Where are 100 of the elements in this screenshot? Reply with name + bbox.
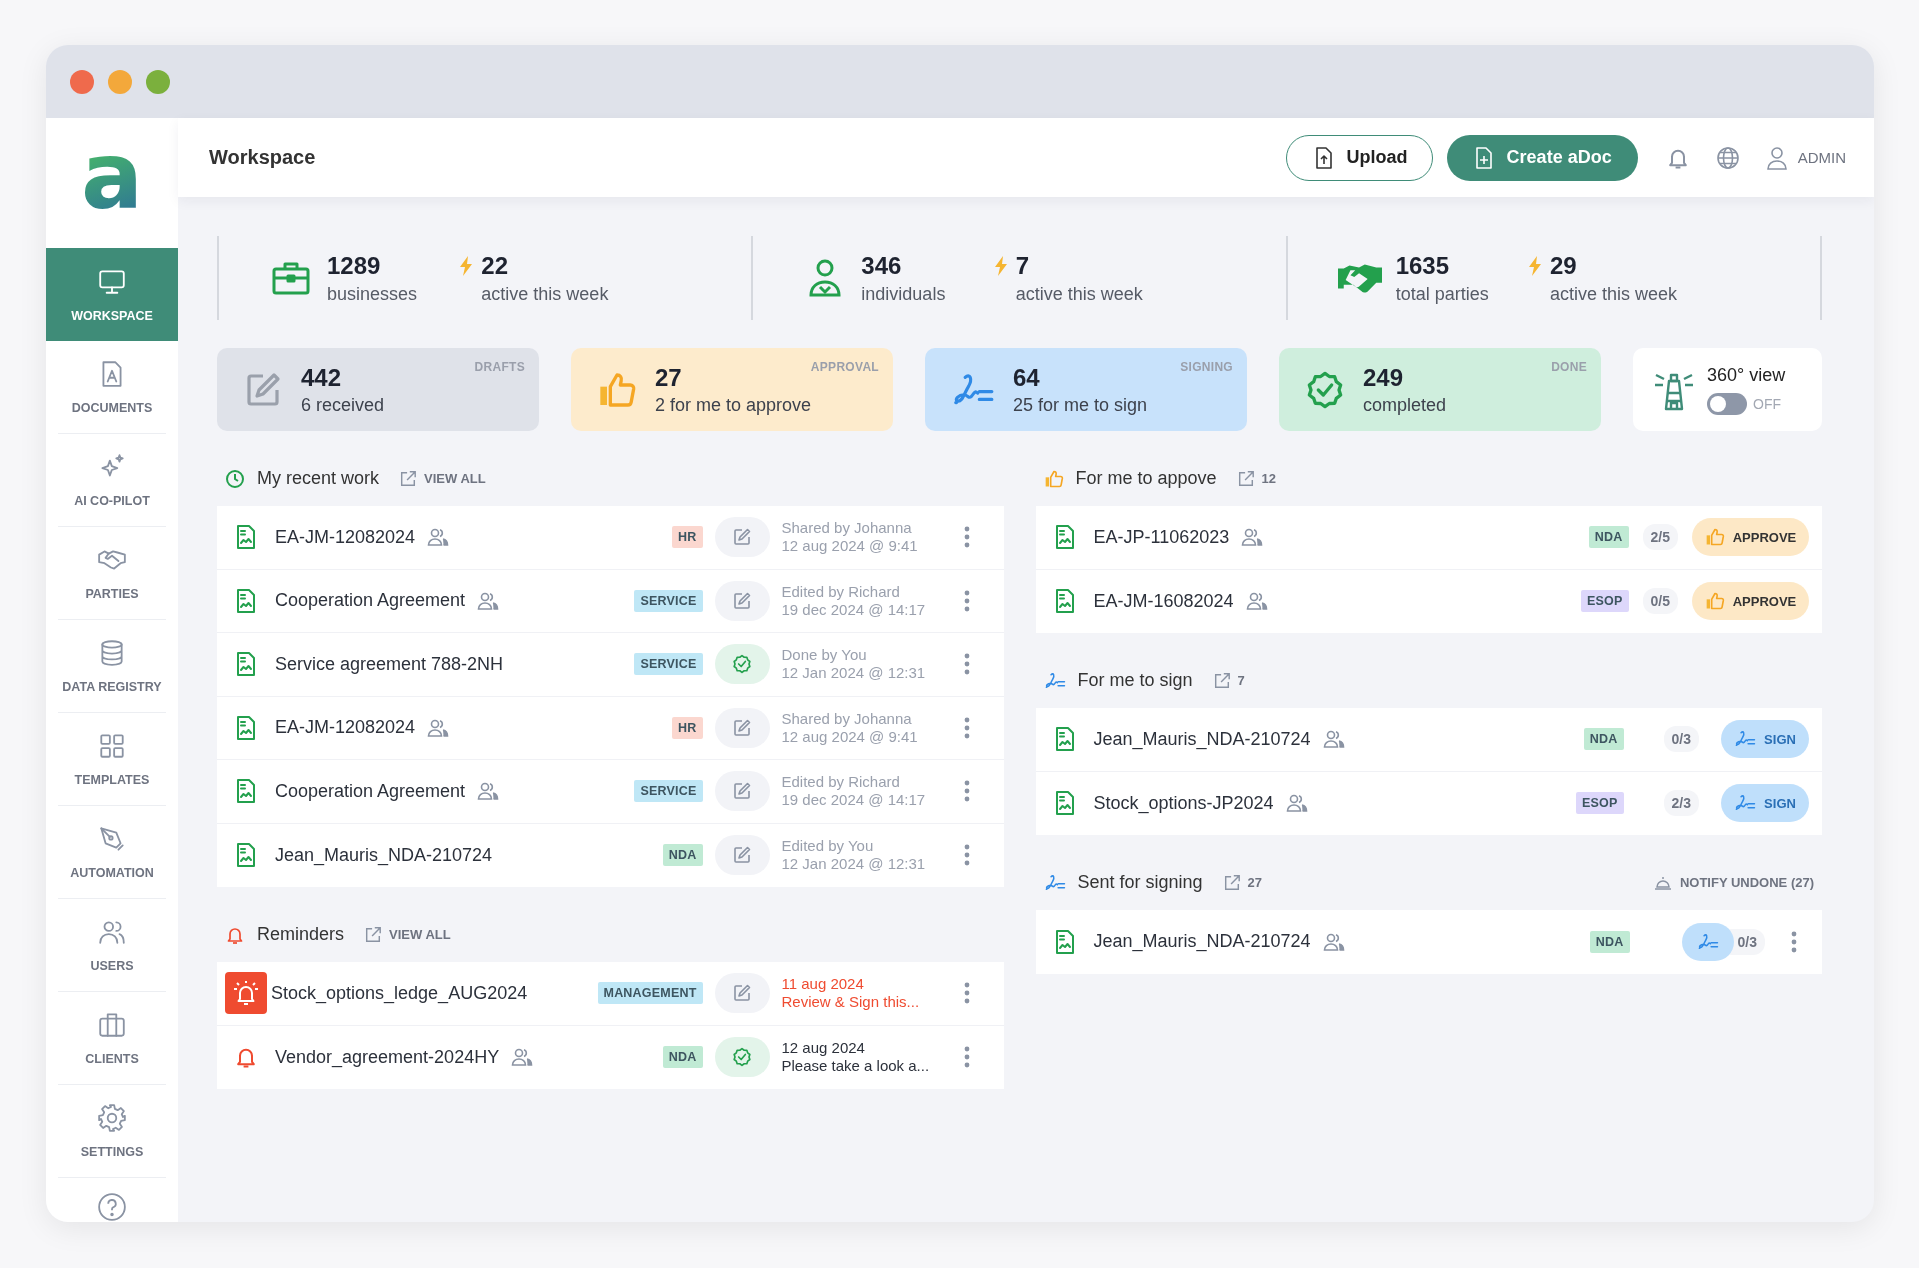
edit-button[interactable] (714, 973, 770, 1014)
document-name[interactable]: EA-JM-16082024 (1093, 590, 1234, 612)
minimize-button[interactable] (108, 69, 132, 94)
tag-label: SERVICE (634, 780, 703, 803)
sidebar-item[interactable]: PARTIES (58, 527, 166, 620)
stat-value: 1289 (327, 251, 382, 280)
toggle-switch[interactable] (1707, 392, 1747, 415)
document-name[interactable]: EA-JM-12082024 (275, 526, 416, 548)
document-name[interactable]: EA-JP-11062023 (1093, 526, 1230, 548)
document-name[interactable]: Jean_Mauris_NDA-210724 (275, 844, 493, 866)
briefcase-icon (97, 1010, 127, 1040)
sidebar-item[interactable]: TEMPLATES (58, 713, 166, 806)
person-icon (808, 259, 843, 297)
edit-button[interactable] (714, 771, 770, 812)
sidebar-item[interactable]: USERS (58, 899, 166, 992)
section-title: For me to sign (1077, 670, 1193, 691)
globe-icon[interactable] (1715, 145, 1740, 170)
stat-label: active this week (1550, 283, 1679, 305)
sidebar-item[interactable]: WORKSPACE (46, 248, 178, 341)
sidebar-item[interactable]: SETTINGS (58, 1085, 166, 1178)
account-button[interactable]: ADMIN (1765, 134, 1846, 181)
card-label: completed (1363, 394, 1448, 416)
edit-button[interactable] (714, 517, 770, 558)
check-badge-icon (732, 654, 752, 675)
count-link[interactable]: 27 (1222, 873, 1263, 892)
thumbs-up-icon (1704, 591, 1725, 612)
view-all-link[interactable]: VIEW ALL (364, 925, 451, 944)
approve-button[interactable]: APPROVE (1692, 518, 1809, 557)
edit-button[interactable] (714, 835, 770, 876)
tag-label: NDA (662, 844, 703, 867)
more-icon[interactable] (962, 715, 971, 740)
sign-button[interactable]: SIGN (1721, 784, 1809, 823)
external-link-icon (399, 469, 418, 488)
document-icon (1054, 524, 1075, 551)
document-icon (236, 714, 256, 741)
progress-count: 2/3 (1663, 790, 1699, 817)
sidebar-item[interactable]: CLIENTS (58, 992, 166, 1085)
more-icon[interactable] (1790, 929, 1798, 954)
count-link[interactable]: 12 (1236, 469, 1277, 488)
grid-icon (97, 731, 127, 761)
card-label: 6 received (301, 394, 386, 416)
more-icon[interactable] (962, 843, 971, 868)
stat-label: active this week (481, 283, 610, 305)
more-icon[interactable] (962, 588, 971, 613)
count-link[interactable]: 7 (1212, 671, 1245, 690)
close-button[interactable] (70, 69, 94, 94)
approve-button[interactable]: APPROVE (1692, 582, 1809, 621)
done-button[interactable] (714, 644, 770, 685)
document-name[interactable]: Jean_Mauris_NDA-210724 (1093, 931, 1311, 953)
stat-value: 22 (481, 251, 510, 280)
document-icon (1054, 726, 1075, 753)
tag-label: NDA (1589, 930, 1630, 953)
done-button[interactable] (714, 1037, 770, 1078)
stat-value: 1635 (1395, 251, 1451, 280)
sidebar-item[interactable]: DOCUMENTS (58, 341, 166, 434)
upload-button[interactable]: Upload (1285, 134, 1433, 181)
tag-label: HR (672, 526, 703, 549)
card-tag: DRAFTS (474, 359, 525, 374)
edit-icon (732, 717, 752, 738)
document-name[interactable]: Cooperation Agreement (275, 780, 466, 802)
external-link-icon (364, 925, 383, 944)
more-icon[interactable] (962, 981, 971, 1006)
document-name[interactable]: Stock_options_ledge_AUG2024 (271, 982, 528, 1004)
tag-label: NDA (1588, 526, 1629, 549)
document-name[interactable]: Service agreement 788-2NH (275, 653, 504, 675)
more-icon[interactable] (962, 779, 971, 804)
document-name[interactable]: Stock_options-JP2024 (1093, 792, 1274, 814)
edit-icon (732, 983, 752, 1004)
external-link-icon (1212, 671, 1231, 690)
document-name[interactable]: Cooperation Agreement (275, 590, 466, 612)
sidebar-item[interactable]: DATA REGISTRY (58, 620, 166, 713)
help-icon[interactable] (97, 1192, 127, 1222)
settings-icon (97, 1103, 127, 1133)
document-name[interactable]: EA-JM-12082024 (275, 717, 416, 739)
edit-button[interactable] (714, 580, 770, 621)
card-tag: DONE (1551, 359, 1587, 374)
document-icon (236, 778, 256, 805)
tag-label: ESOP (1576, 792, 1624, 815)
card-value: 64 (1013, 363, 1040, 392)
maximize-button[interactable] (146, 69, 170, 94)
document-name[interactable]: Jean_Mauris_NDA-210724 (1093, 728, 1311, 750)
document-icon (236, 842, 256, 869)
card-tag: SIGNING (1180, 359, 1233, 374)
document-icon (236, 651, 256, 678)
reminder-text: 12 aug 2024 Please take a look a... (781, 1039, 931, 1076)
create-button[interactable]: Create aDoc (1446, 134, 1638, 181)
edit-button[interactable] (714, 707, 770, 748)
handshake-icon (1337, 262, 1382, 294)
view-all-link[interactable]: VIEW ALL (399, 469, 486, 488)
card-value: 27 (655, 363, 682, 392)
stat-label: businesses (327, 283, 418, 305)
more-icon[interactable] (962, 652, 971, 677)
more-icon[interactable] (962, 1045, 971, 1070)
sidebar-item[interactable]: AI CO-PILOT (58, 434, 166, 527)
more-icon[interactable] (962, 525, 971, 550)
document-name[interactable]: Vendor_agreement-2024HY (275, 1046, 500, 1068)
edit-icon (732, 527, 752, 548)
sidebar-item[interactable]: AUTOMATION (58, 806, 166, 899)
sign-button[interactable]: SIGN (1721, 720, 1809, 759)
notify-button[interactable]: NOTIFY UNDONE (27) (1653, 874, 1814, 891)
